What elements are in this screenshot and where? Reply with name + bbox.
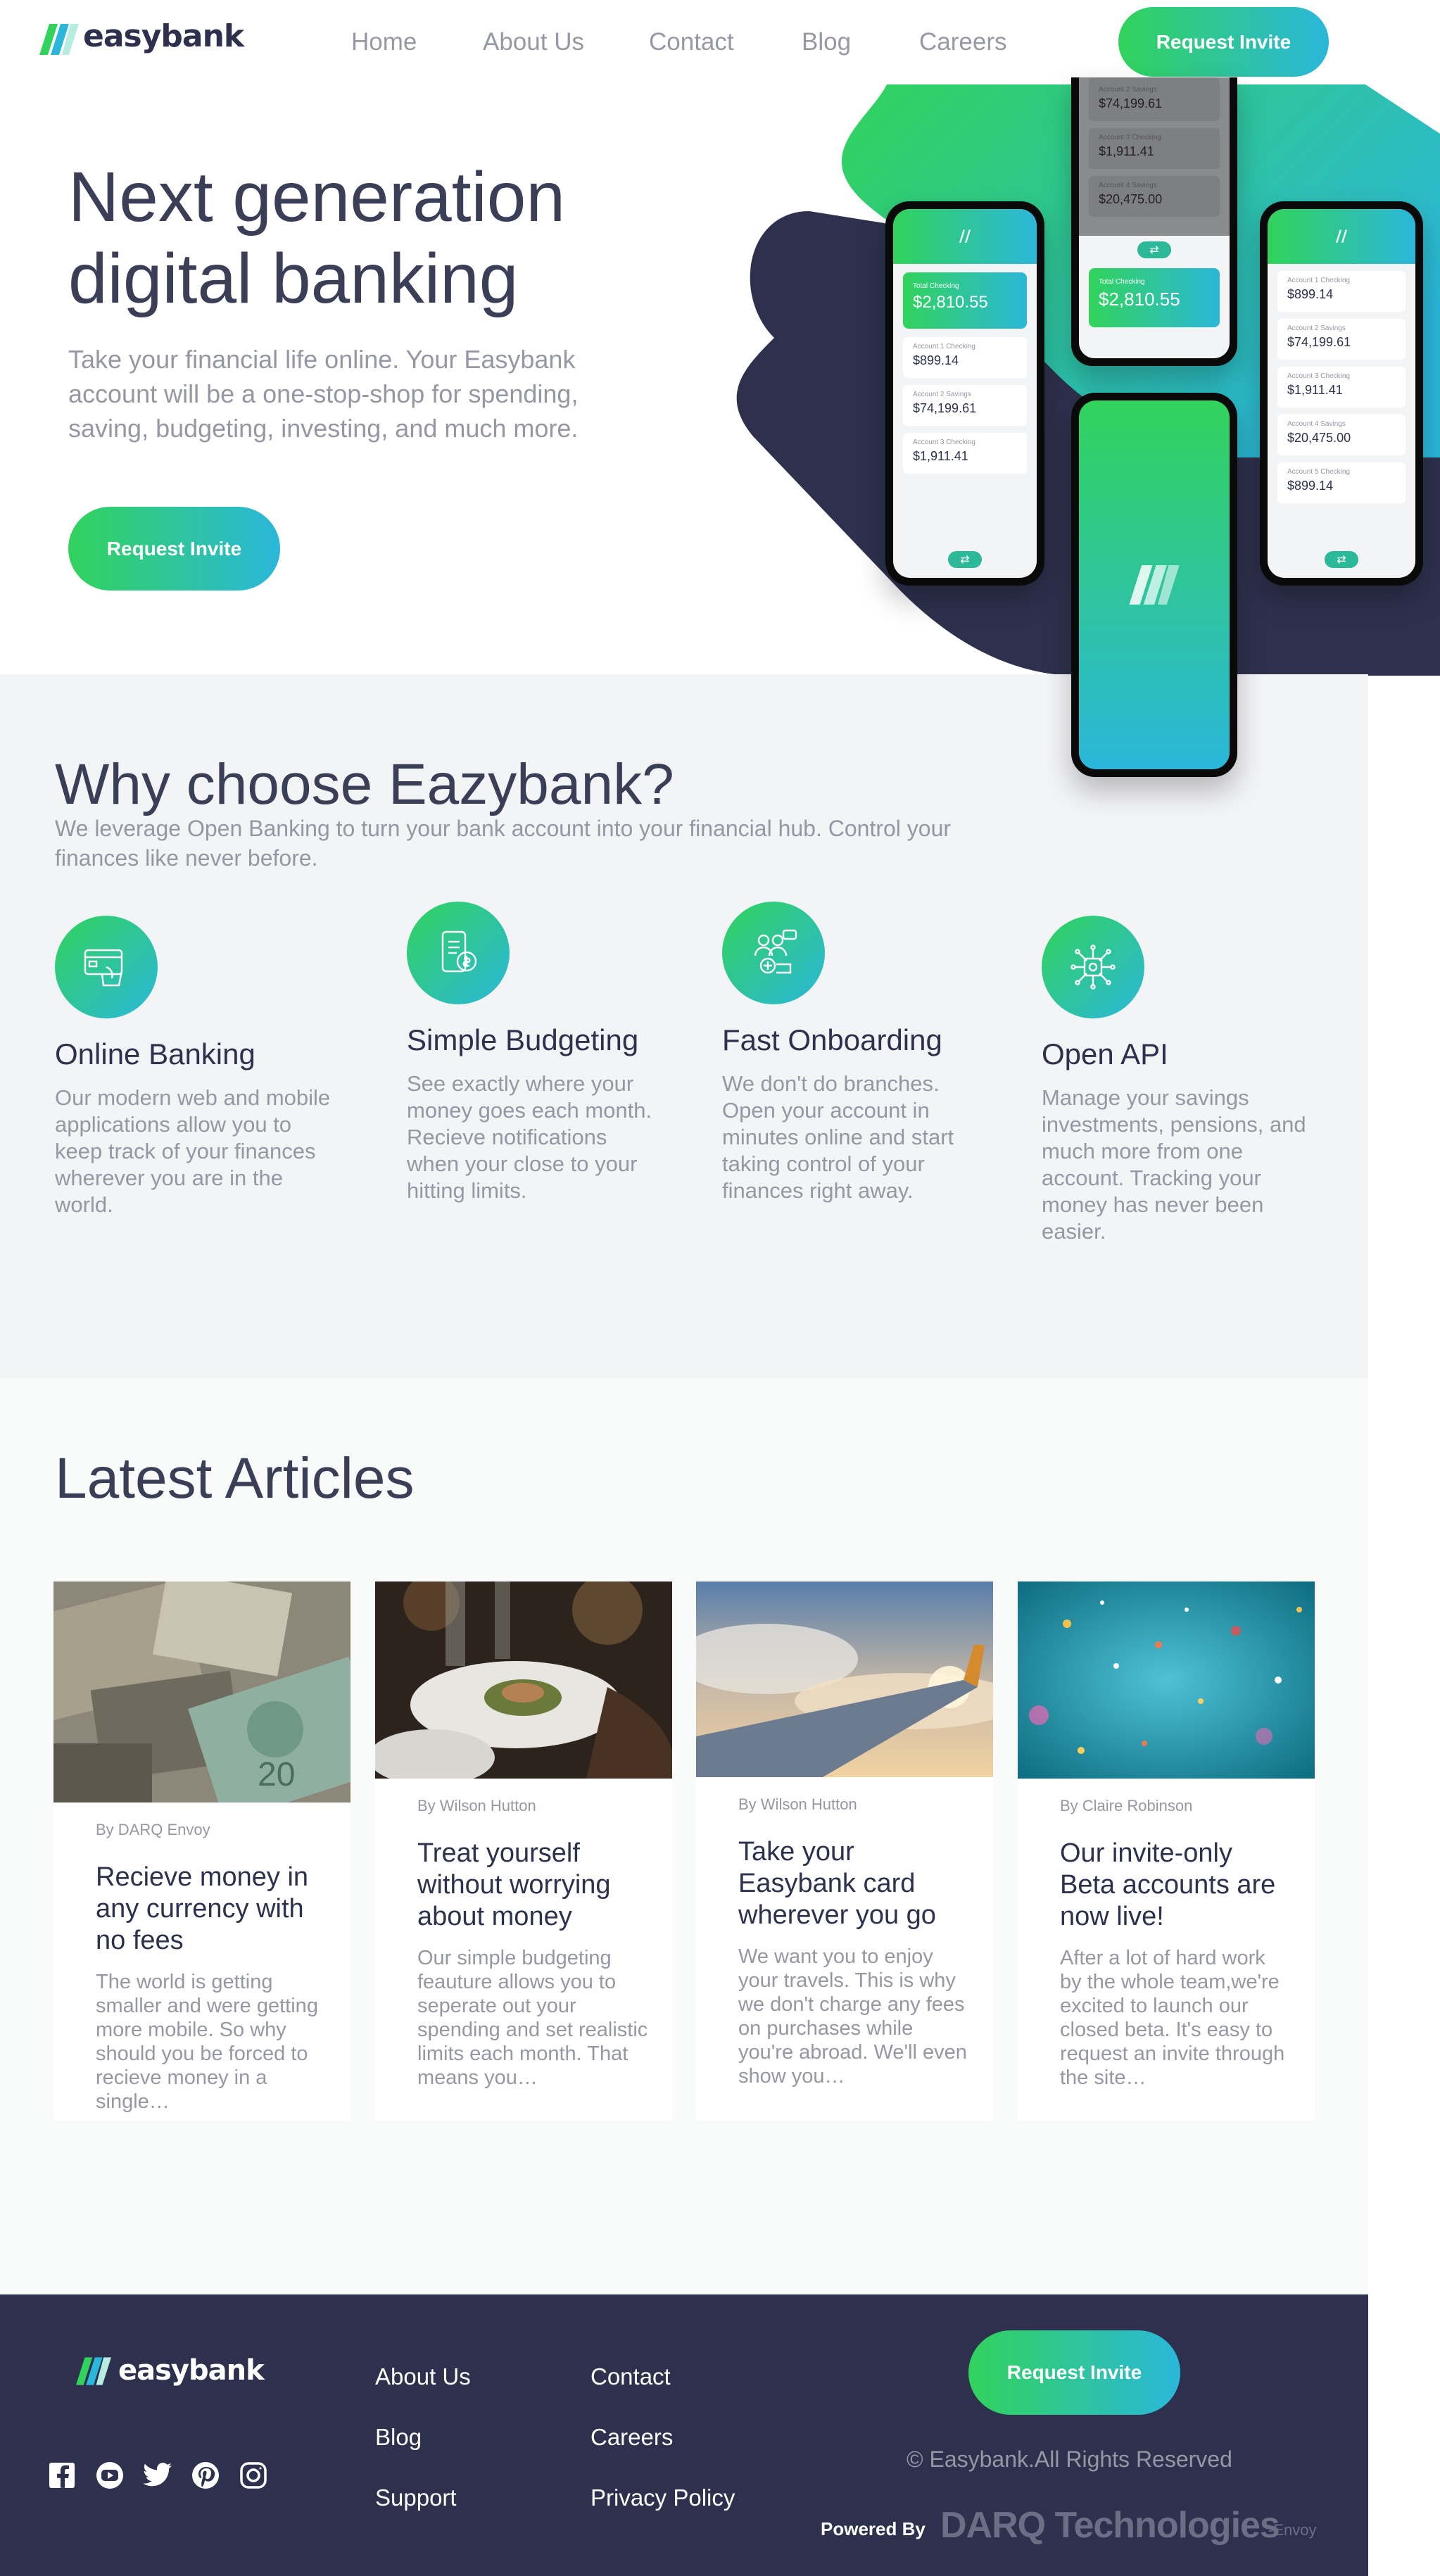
article-author: By Wilson Hutton (738, 1795, 857, 1813)
facebook-icon[interactable] (46, 2460, 77, 2491)
twitter-icon[interactable] (142, 2460, 173, 2491)
feature-title-open-api: Open API (1042, 1037, 1168, 1071)
footer-link-support[interactable]: Support (375, 2485, 457, 2511)
article-title[interactable]: Our invite-only Beta accounts are now li… (1060, 1838, 1292, 1933)
darq-technologies-logo[interactable]: DARQ Technologies (940, 2504, 1280, 2546)
darq-envoy-suffix: -Envoy (1268, 2521, 1317, 2539)
svg-text:20: 20 (258, 1756, 295, 1793)
phone-mockup-right: // Account 1 Checking $899.14 Account 2 S… (1260, 201, 1423, 586)
article-author: By Claire Robinson (1060, 1797, 1193, 1814)
why-subtitle: We leverage Open Banking to turn your ba… (55, 816, 952, 871)
powered-by-label: Powered By (821, 2518, 926, 2539)
article-title[interactable]: Treat yourself without worrying about mo… (417, 1838, 650, 1933)
feature-text-fast-onboarding: We don't do branches. Open your account … (722, 1071, 954, 1203)
article-card[interactable]: By Wilson Hutton Take your Easybank card… (696, 1581, 993, 2121)
feature-title-fast-onboarding: Fast Onboarding (722, 1023, 942, 1056)
instagram-icon[interactable] (238, 2460, 269, 2491)
article-title[interactable]: Take your Easybank card wherever you go (738, 1836, 971, 1931)
footer-link-privacy[interactable]: Privacy Policy (590, 2485, 735, 2511)
logo-mark-icon (76, 2357, 111, 2385)
plane-photo (696, 1581, 993, 1777)
footer-copyright: © Easybank.All Rights Reserved (907, 2446, 1232, 2472)
footer-logo[interactable]: easybank (76, 2354, 287, 2389)
feature-title-online-banking: Online Banking (55, 1037, 255, 1071)
confetti-photo (1018, 1581, 1315, 1779)
phone-mockup-splash (1071, 393, 1237, 777)
footer-request-invite-button[interactable]: Request Invite (968, 2330, 1180, 2415)
footer-link-contact[interactable]: Contact (590, 2363, 671, 2390)
article-author: By DARQ Envoy (96, 1821, 210, 1838)
footer-link-careers[interactable]: Careers (590, 2424, 673, 2451)
feature-text-open-api: Manage your savings investments, pension… (1042, 1085, 1306, 1244)
hero-text: Take your financial life online. Your Ea… (68, 345, 579, 443)
feature-text-online-banking: Our modern web and mobile applications a… (55, 1085, 331, 1217)
splash-logo-icon (1129, 565, 1180, 605)
article-title[interactable]: Recieve money in any currency with no fe… (96, 1862, 328, 1957)
onboarding-icon (722, 902, 825, 1004)
restaurant-photo (375, 1581, 672, 1779)
article-author: By Wilson Hutton (417, 1797, 536, 1814)
articles-title: Latest Articles (55, 1446, 415, 1510)
hero-title: Next generation digital banking (68, 158, 566, 318)
phone-mockup-top: Account 2 Savings $74,199.61 Account 3 Ch… (1071, 77, 1237, 366)
article-excerpt: After a lot of hard work by the whole te… (1060, 1947, 1285, 2089)
article-card[interactable]: By Claire Robinson Our invite-only Beta … (1018, 1581, 1315, 2121)
article-excerpt: The world is getting smaller and were ge… (96, 1971, 318, 2113)
api-icon (1042, 916, 1144, 1018)
feature-title-simple-budgeting: Simple Budgeting (407, 1023, 639, 1056)
youtube-icon[interactable] (94, 2460, 125, 2491)
powered-by: Powered By DARQ Technologies -Envoy (821, 2504, 1370, 2546)
currency-photo: 20 (53, 1581, 350, 1802)
feature-text-simple-budgeting: See exactly where your money goes each m… (407, 1071, 652, 1203)
phone-mockup-left: // Total Checking $2,810.55 Account 1 Ch… (885, 201, 1044, 586)
article-excerpt: We want you to enjoy your travels. This … (738, 1945, 967, 2088)
footer-link-blog[interactable]: Blog (375, 2424, 422, 2451)
article-excerpt: Our simple budgeting feauture allows you… (417, 1947, 648, 2089)
pinterest-icon[interactable] (190, 2460, 221, 2491)
online-banking-icon (55, 916, 158, 1018)
why-title: Why choose Eazybank? (55, 752, 674, 816)
budgeting-icon (407, 902, 510, 1004)
hero-request-invite-button[interactable]: Request Invite (68, 507, 280, 591)
article-card[interactable]: By Wilson Hutton Treat yourself without … (375, 1581, 672, 2121)
footer-link-about[interactable]: About Us (375, 2363, 471, 2390)
article-card[interactable]: 20 By DARQ Envoy Recieve money in any cu… (53, 1581, 350, 2121)
footer-brand-name: easybank (118, 2354, 265, 2387)
